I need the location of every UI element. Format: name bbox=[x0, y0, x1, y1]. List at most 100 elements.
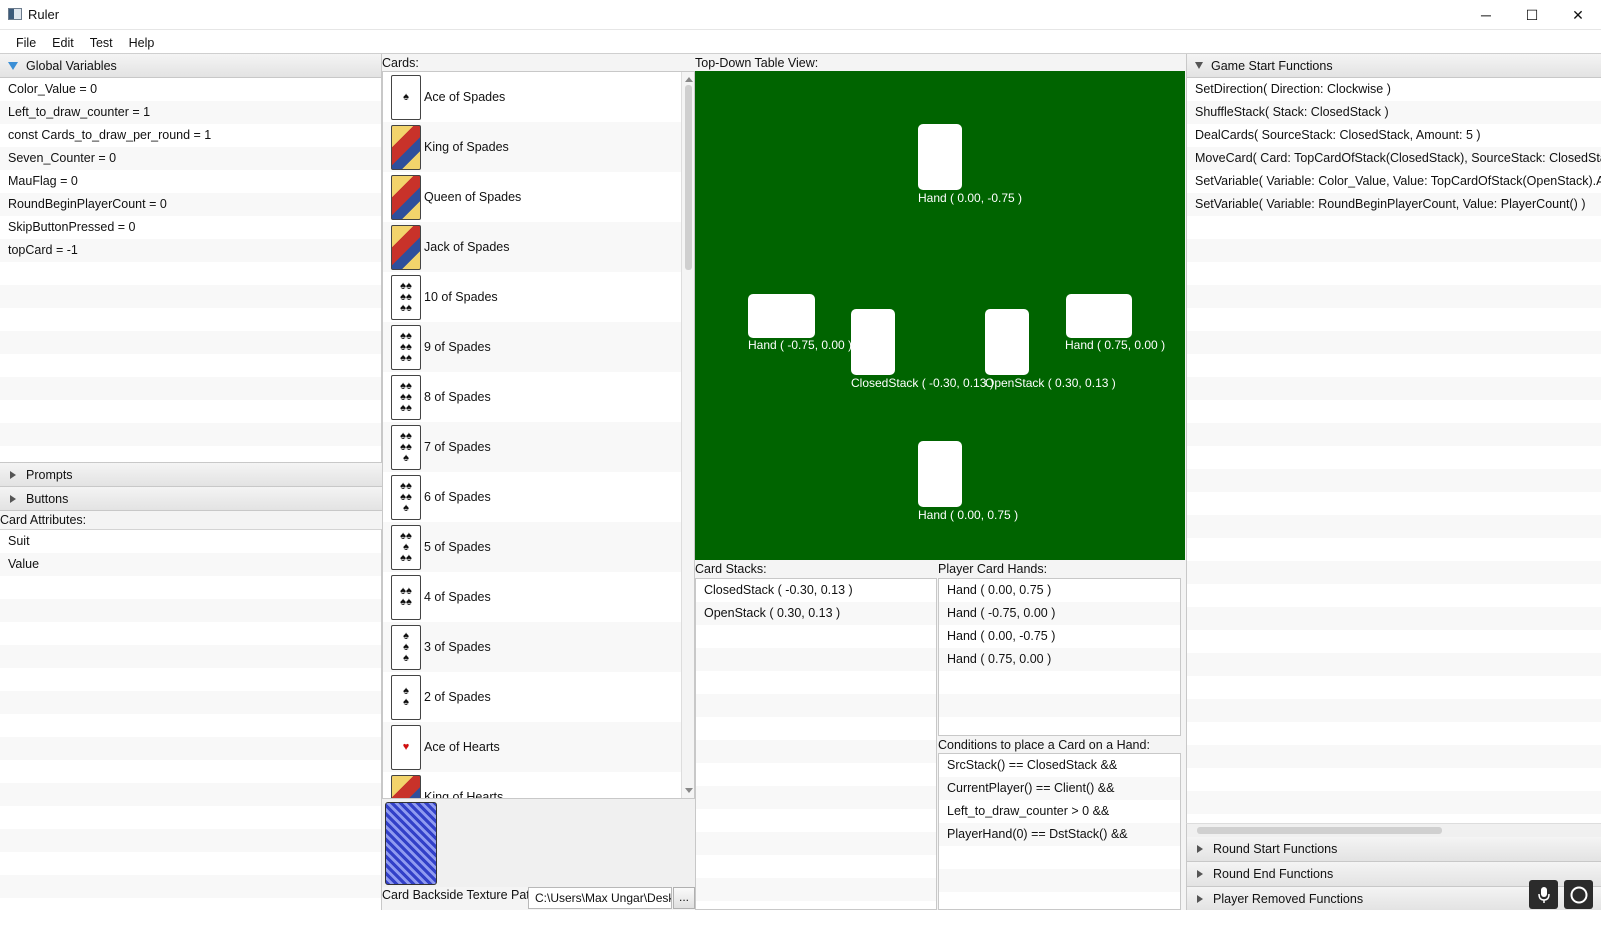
stack-item[interactable]: OpenStack ( 0.30, 0.13 ) bbox=[696, 602, 936, 625]
function-item[interactable]: SetDirection( Direction: Clockwise ) bbox=[1187, 78, 1601, 101]
card-thumbnail-icon: ♠♠ ♠♠ ♠ bbox=[391, 424, 421, 470]
card-name: King of Hearts bbox=[424, 790, 504, 799]
menu-file[interactable]: File bbox=[8, 30, 44, 54]
card-list-item[interactable]: ♠♠ ♠♠ 4 of Spades bbox=[383, 572, 694, 622]
card-name: Jack of Spades bbox=[424, 240, 510, 254]
function-item[interactable]: DealCards( SourceStack: ClosedStack, Amo… bbox=[1187, 124, 1601, 147]
game-start-list: SetDirection( Direction: Clockwise ) Shu… bbox=[1186, 78, 1601, 823]
card-name: 4 of Spades bbox=[424, 590, 491, 604]
stack-item[interactable]: ClosedStack ( -0.30, 0.13 ) bbox=[696, 579, 936, 602]
condition-item[interactable]: Left_to_draw_counter > 0 && bbox=[939, 800, 1180, 823]
scroll-up-icon[interactable] bbox=[685, 77, 693, 82]
hand-bottom-card[interactable] bbox=[918, 441, 962, 507]
variable-item[interactable]: Color_Value = 0 bbox=[0, 78, 381, 101]
variable-item[interactable]: MauFlag = 0 bbox=[0, 170, 381, 193]
card-thumbnail-icon bbox=[391, 224, 421, 270]
card-list-item[interactable]: Queen of Spades bbox=[383, 172, 694, 222]
variable-item[interactable]: const Cards_to_draw_per_round = 1 bbox=[0, 124, 381, 147]
variable-item[interactable]: Seven_Counter = 0 bbox=[0, 147, 381, 170]
card-list-item[interactable]: ♠ Ace of Spades bbox=[383, 72, 694, 122]
player-hands-label: Player Card Hands: bbox=[938, 562, 1048, 576]
function-item[interactable]: SetVariable( Variable: Color_Value, Valu… bbox=[1187, 170, 1601, 193]
menu-test[interactable]: Test bbox=[82, 30, 121, 54]
prompts-title: Prompts bbox=[26, 467, 73, 482]
buttons-header[interactable]: Buttons bbox=[0, 487, 382, 511]
card-list-item[interactable]: King of Hearts bbox=[383, 772, 694, 799]
conditions-label: Conditions to place a Card on a Hand: bbox=[938, 738, 1150, 752]
round-start-header[interactable]: Round Start Functions bbox=[1187, 837, 1601, 862]
prompts-header[interactable]: Prompts bbox=[0, 462, 382, 487]
close-button[interactable]: ✕ bbox=[1555, 0, 1601, 30]
variable-item[interactable]: Left_to_draw_counter = 1 bbox=[0, 101, 381, 124]
functions-hscrollbar[interactable] bbox=[1186, 823, 1601, 837]
closed-stack-card[interactable] bbox=[851, 309, 895, 375]
round-start-pane: Round Start Functions bbox=[1186, 837, 1601, 862]
card-name: Queen of Spades bbox=[424, 190, 522, 204]
minimize-button[interactable]: ─ bbox=[1463, 0, 1509, 30]
variable-item[interactable]: RoundBeginPlayerCount = 0 bbox=[0, 193, 381, 216]
hand-item[interactable]: Hand ( -0.75, 0.00 ) bbox=[939, 602, 1180, 625]
cards-scrollbar[interactable] bbox=[681, 72, 694, 798]
variable-item[interactable]: topCard = -1 bbox=[0, 239, 381, 262]
collapsed-arrow-icon bbox=[1197, 894, 1203, 903]
card-name: King of Spades bbox=[424, 140, 509, 154]
function-item[interactable]: MoveCard( Card: TopCardOfStack(ClosedSta… bbox=[1187, 147, 1601, 170]
variable-item[interactable]: SkipButtonPressed = 0 bbox=[0, 216, 381, 239]
condition-item[interactable]: SrcStack() == ClosedStack && bbox=[939, 754, 1180, 777]
card-list-item[interactable]: ♠♠ ♠♠ ♠ 7 of Spades bbox=[383, 422, 694, 472]
card-list-item[interactable]: King of Spades bbox=[383, 122, 694, 172]
attribute-item[interactable]: Suit bbox=[0, 530, 381, 553]
hscrollbar-thumb[interactable] bbox=[1197, 827, 1442, 834]
card-rows: ♠ Ace of Spades King of Spades Queen of Spa… bbox=[383, 72, 694, 799]
open-stack-card[interactable] bbox=[985, 309, 1029, 375]
card-name: 7 of Spades bbox=[424, 440, 491, 454]
card-name: 3 of Spades bbox=[424, 640, 491, 654]
microphone-icon[interactable] bbox=[1529, 880, 1558, 909]
card-list-item[interactable]: ♠♠ ♠ ♠♠ 5 of Spades bbox=[383, 522, 694, 572]
menu-edit[interactable]: Edit bbox=[44, 30, 82, 54]
backside-path-input[interactable]: C:\Users\Max Ungar\Desk bbox=[528, 887, 672, 909]
card-list-item[interactable]: ♥ Ace of Hearts bbox=[383, 722, 694, 772]
card-list-item[interactable]: Jack of Spades bbox=[383, 222, 694, 272]
function-item[interactable]: SetVariable( Variable: RoundBeginPlayerC… bbox=[1187, 193, 1601, 216]
scroll-down-icon[interactable] bbox=[685, 788, 693, 793]
collapsed-arrow-icon bbox=[10, 494, 16, 503]
card-list-item[interactable]: ♠♠ ♠♠ ♠♠ 8 of Spades bbox=[383, 372, 694, 422]
card-name: Ace of Spades bbox=[424, 90, 506, 104]
global-variables-header[interactable]: Global Variables bbox=[0, 54, 381, 78]
hand-item[interactable]: Hand ( 0.00, -0.75 ) bbox=[939, 625, 1180, 648]
hand-left-card[interactable] bbox=[748, 294, 815, 338]
card-name: 2 of Spades bbox=[424, 690, 491, 704]
browse-button[interactable]: ... bbox=[673, 887, 695, 909]
card-name: 8 of Spades bbox=[424, 390, 491, 404]
card-stacks-list: ClosedStack ( -0.30, 0.13 ) OpenStack ( … bbox=[695, 578, 937, 910]
maximize-button[interactable]: ☐ bbox=[1509, 0, 1555, 30]
hand-top-card[interactable] bbox=[918, 124, 962, 190]
card-list-item[interactable]: ♠♠ ♠♠ ♠♠ 9 of Spades bbox=[383, 322, 694, 372]
hand-bottom-label: Hand ( 0.00, 0.75 ) bbox=[918, 508, 1019, 522]
window-title: Ruler bbox=[28, 7, 60, 22]
hand-right-label: Hand ( 0.75, 0.00 ) bbox=[1065, 338, 1166, 352]
hand-right-card[interactable] bbox=[1066, 294, 1132, 338]
card-list-item[interactable]: ♠♠ ♠♠ ♠♠ 10 of Spades bbox=[383, 272, 694, 322]
card-list-item[interactable]: ♠ ♠ ♠ 3 of Spades bbox=[383, 622, 694, 672]
card-thumbnail-icon bbox=[391, 174, 421, 220]
condition-item[interactable]: PlayerHand(0) == DstStack() && bbox=[939, 823, 1180, 846]
hand-top-label: Hand ( 0.00, -0.75 ) bbox=[918, 191, 1023, 205]
circle-icon[interactable] bbox=[1564, 880, 1593, 909]
window-bottom-edge bbox=[0, 910, 1601, 932]
attribute-item[interactable]: Value bbox=[0, 553, 381, 576]
card-name: Ace of Hearts bbox=[424, 740, 500, 754]
card-backside-area bbox=[382, 799, 695, 887]
function-item[interactable]: ShuffleStack( Stack: ClosedStack ) bbox=[1187, 101, 1601, 124]
scrollbar-thumb[interactable] bbox=[685, 85, 692, 270]
card-list-item[interactable]: ♠♠ ♠♠ ♠ 6 of Spades bbox=[383, 472, 694, 522]
hand-item[interactable]: Hand ( 0.75, 0.00 ) bbox=[939, 648, 1180, 671]
hand-item[interactable]: Hand ( 0.00, 0.75 ) bbox=[939, 579, 1180, 602]
menu-help[interactable]: Help bbox=[121, 30, 163, 54]
game-start-header[interactable]: Game Start Functions bbox=[1187, 54, 1601, 78]
table-view-canvas[interactable]: Hand ( 0.00, -0.75 ) Hand ( -0.75, 0.00 … bbox=[695, 71, 1185, 560]
game-start-pane: Game Start Functions bbox=[1186, 54, 1601, 78]
card-list-item[interactable]: ♠ ♠ 2 of Spades bbox=[383, 672, 694, 722]
condition-item[interactable]: CurrentPlayer() == Client() && bbox=[939, 777, 1180, 800]
